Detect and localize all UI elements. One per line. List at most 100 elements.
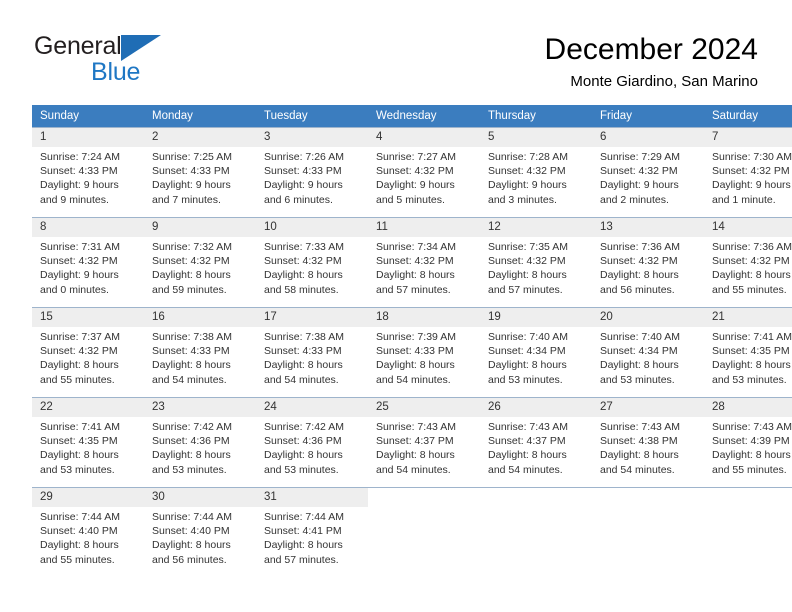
- weekday-header-tuesday: Tuesday: [256, 105, 368, 127]
- logo-text-general: General: [34, 32, 122, 60]
- calendar-day[interactable]: 16 Sunrise: 7:38 AM Sunset: 4:33 PM Dayligh…: [144, 307, 256, 397]
- day-details: [480, 507, 592, 510]
- day-details: Sunrise: 7:44 AM Sunset: 4:41 PM Daylight:…: [256, 507, 368, 567]
- sunset-time: Sunset: 4:32 PM: [264, 255, 342, 268]
- weekday-header-saturday: Saturday: [704, 105, 792, 127]
- calendar-day-cell: 29 Sunrise: 7:44 AM Sunset: 4:40 PM Dayligh…: [32, 487, 144, 577]
- sunrise-time: Sunrise: 7:27 AM: [376, 151, 456, 163]
- calendar-day[interactable]: 10 Sunrise: 7:33 AM Sunset: 4:32 PM Dayligh…: [256, 217, 368, 307]
- calendar-day[interactable]: 21 Sunrise: 7:41 AM Sunset: 4:35 PM Dayligh…: [704, 307, 792, 397]
- day-number: 24: [256, 398, 368, 417]
- calendar-day[interactable]: 1 Sunrise: 7:24 AM Sunset: 4:33 PM Daylight…: [32, 127, 144, 217]
- calendar-day-cell: 14 Sunrise: 7:36 AM Sunset: 4:32 PM Dayligh…: [704, 217, 792, 307]
- calendar-day-cell: 21 Sunrise: 7:41 AM Sunset: 4:35 PM Dayligh…: [704, 307, 792, 397]
- calendar-day-cell: 7 Sunrise: 7:30 AM Sunset: 4:32 PM Daylight…: [704, 127, 792, 217]
- calendar-day[interactable]: 19 Sunrise: 7:40 AM Sunset: 4:34 PM Dayligh…: [480, 307, 592, 397]
- daylight-line-2: and 54 minutes.: [152, 373, 227, 386]
- sunrise-time: Sunrise: 7:25 AM: [152, 151, 232, 163]
- daylight-line-2: and 54 minutes.: [600, 463, 675, 476]
- calendar-day[interactable]: 12 Sunrise: 7:35 AM Sunset: 4:32 PM Dayligh…: [480, 217, 592, 307]
- calendar-day[interactable]: 26 Sunrise: 7:43 AM Sunset: 4:37 PM Dayligh…: [480, 397, 592, 487]
- calendar-day[interactable]: 24 Sunrise: 7:42 AM Sunset: 4:36 PM Dayligh…: [256, 397, 368, 487]
- calendar-day[interactable]: 5 Sunrise: 7:28 AM Sunset: 4:32 PM Daylight…: [480, 127, 592, 217]
- sunrise-time: Sunrise: 7:34 AM: [376, 241, 456, 253]
- calendar-day[interactable]: 31 Sunrise: 7:44 AM Sunset: 4:41 PM Dayligh…: [256, 487, 368, 577]
- day-details: Sunrise: 7:39 AM Sunset: 4:33 PM Daylight:…: [368, 327, 480, 387]
- calendar-day[interactable]: 18 Sunrise: 7:39 AM Sunset: 4:33 PM Dayligh…: [368, 307, 480, 397]
- calendar-day[interactable]: 29 Sunrise: 7:44 AM Sunset: 4:40 PM Dayligh…: [32, 487, 144, 577]
- daylight-line-2: and 9 minutes.: [40, 193, 109, 206]
- day-number: 13: [592, 218, 704, 237]
- calendar-day[interactable]: 9 Sunrise: 7:32 AM Sunset: 4:32 PM Daylight…: [144, 217, 256, 307]
- calendar-day[interactable]: 30 Sunrise: 7:44 AM Sunset: 4:40 PM Dayligh…: [144, 487, 256, 577]
- day-details: [368, 507, 480, 510]
- calendar-day[interactable]: 17 Sunrise: 7:38 AM Sunset: 4:33 PM Dayligh…: [256, 307, 368, 397]
- day-details: Sunrise: 7:41 AM Sunset: 4:35 PM Daylight:…: [32, 417, 144, 477]
- calendar-day[interactable]: 14 Sunrise: 7:36 AM Sunset: 4:32 PM Dayligh…: [704, 217, 792, 307]
- day-number: 12: [480, 218, 592, 237]
- daylight-line-1: Daylight: 8 hours: [376, 359, 455, 372]
- day-number: 26: [480, 398, 592, 417]
- daylight-line-1: Daylight: 8 hours: [40, 539, 119, 552]
- day-details: Sunrise: 7:44 AM Sunset: 4:40 PM Daylight:…: [32, 507, 144, 567]
- calendar-day[interactable]: 11 Sunrise: 7:34 AM Sunset: 4:32 PM Dayligh…: [368, 217, 480, 307]
- sunset-time: Sunset: 4:33 PM: [376, 345, 454, 358]
- calendar-day[interactable]: 13 Sunrise: 7:36 AM Sunset: 4:32 PM Dayligh…: [592, 217, 704, 307]
- day-number: 17: [256, 308, 368, 327]
- calendar-day[interactable]: 20 Sunrise: 7:40 AM Sunset: 4:34 PM Dayligh…: [592, 307, 704, 397]
- daylight-line-1: Daylight: 9 hours: [712, 179, 791, 192]
- calendar-day[interactable]: 2 Sunrise: 7:25 AM Sunset: 4:33 PM Daylight…: [144, 127, 256, 217]
- calendar-day[interactable]: 27 Sunrise: 7:43 AM Sunset: 4:38 PM Dayligh…: [592, 397, 704, 487]
- daylight-line-1: Daylight: 8 hours: [152, 359, 231, 372]
- daylight-line-1: Daylight: 8 hours: [488, 269, 567, 282]
- sunset-time: Sunset: 4:35 PM: [712, 345, 790, 358]
- calendar-day[interactable]: 22 Sunrise: 7:41 AM Sunset: 4:35 PM Dayligh…: [32, 397, 144, 487]
- sunset-time: Sunset: 4:38 PM: [600, 435, 678, 448]
- day-number: 28: [704, 398, 792, 417]
- sunrise-time: Sunrise: 7:36 AM: [712, 241, 792, 253]
- calendar-day-cell: 22 Sunrise: 7:41 AM Sunset: 4:35 PM Dayligh…: [32, 397, 144, 487]
- calendar-day[interactable]: 23 Sunrise: 7:42 AM Sunset: 4:36 PM Dayligh…: [144, 397, 256, 487]
- day-details: Sunrise: 7:42 AM Sunset: 4:36 PM Daylight:…: [144, 417, 256, 477]
- calendar-day[interactable]: 15 Sunrise: 7:37 AM Sunset: 4:32 PM Dayligh…: [32, 307, 144, 397]
- daylight-line-1: Daylight: 8 hours: [152, 269, 231, 282]
- day-details: Sunrise: 7:40 AM Sunset: 4:34 PM Daylight:…: [480, 327, 592, 387]
- calendar-day[interactable]: 7 Sunrise: 7:30 AM Sunset: 4:32 PM Daylight…: [704, 127, 792, 217]
- sunrise-time: Sunrise: 7:26 AM: [264, 151, 344, 163]
- sunrise-time: Sunrise: 7:36 AM: [600, 241, 680, 253]
- day-details: Sunrise: 7:43 AM Sunset: 4:37 PM Daylight:…: [480, 417, 592, 477]
- daylight-line-2: and 53 minutes.: [600, 373, 675, 386]
- calendar-day[interactable]: 3 Sunrise: 7:26 AM Sunset: 4:33 PM Daylight…: [256, 127, 368, 217]
- day-number: 14: [704, 218, 792, 237]
- calendar-day[interactable]: 4 Sunrise: 7:27 AM Sunset: 4:32 PM Daylight…: [368, 127, 480, 217]
- daylight-line-1: Daylight: 8 hours: [40, 359, 119, 372]
- sunset-time: Sunset: 4:32 PM: [40, 255, 118, 268]
- calendar-day[interactable]: 25 Sunrise: 7:43 AM Sunset: 4:37 PM Dayligh…: [368, 397, 480, 487]
- sunset-time: Sunset: 4:32 PM: [488, 255, 566, 268]
- day-number: [704, 488, 792, 507]
- calendar-day[interactable]: 8 Sunrise: 7:31 AM Sunset: 4:32 PM Daylight…: [32, 217, 144, 307]
- page-subtitle: Monte Giardino, San Marino: [570, 73, 758, 90]
- day-details: Sunrise: 7:41 AM Sunset: 4:35 PM Daylight:…: [704, 327, 792, 387]
- calendar-page: General Blue December 2024 Monte Giardin…: [0, 0, 792, 612]
- day-number: [480, 488, 592, 507]
- day-details: Sunrise: 7:27 AM Sunset: 4:32 PM Daylight:…: [368, 147, 480, 207]
- calendar-day-cell: [480, 487, 592, 577]
- daylight-line-1: Daylight: 8 hours: [264, 269, 343, 282]
- calendar-week-row: 22 Sunrise: 7:41 AM Sunset: 4:35 PM Dayligh…: [32, 397, 792, 487]
- sunset-time: Sunset: 4:33 PM: [264, 345, 342, 358]
- day-details: Sunrise: 7:43 AM Sunset: 4:38 PM Daylight:…: [592, 417, 704, 477]
- day-number: 6: [592, 128, 704, 147]
- daylight-line-2: and 59 minutes.: [152, 283, 227, 296]
- weekday-header-sunday: Sunday: [32, 105, 144, 127]
- day-details: Sunrise: 7:43 AM Sunset: 4:37 PM Daylight:…: [368, 417, 480, 477]
- sunset-time: Sunset: 4:32 PM: [600, 165, 678, 178]
- calendar-day[interactable]: 28 Sunrise: 7:43 AM Sunset: 4:39 PM Dayligh…: [704, 397, 792, 487]
- calendar-day-cell: 31 Sunrise: 7:44 AM Sunset: 4:41 PM Dayligh…: [256, 487, 368, 577]
- day-details: Sunrise: 7:38 AM Sunset: 4:33 PM Daylight:…: [256, 327, 368, 387]
- day-details: Sunrise: 7:36 AM Sunset: 4:32 PM Daylight:…: [704, 237, 792, 297]
- sunset-time: Sunset: 4:33 PM: [152, 345, 230, 358]
- sunset-time: Sunset: 4:40 PM: [40, 525, 118, 538]
- calendar-day[interactable]: 6 Sunrise: 7:29 AM Sunset: 4:32 PM Daylight…: [592, 127, 704, 217]
- sunrise-time: Sunrise: 7:42 AM: [152, 421, 232, 433]
